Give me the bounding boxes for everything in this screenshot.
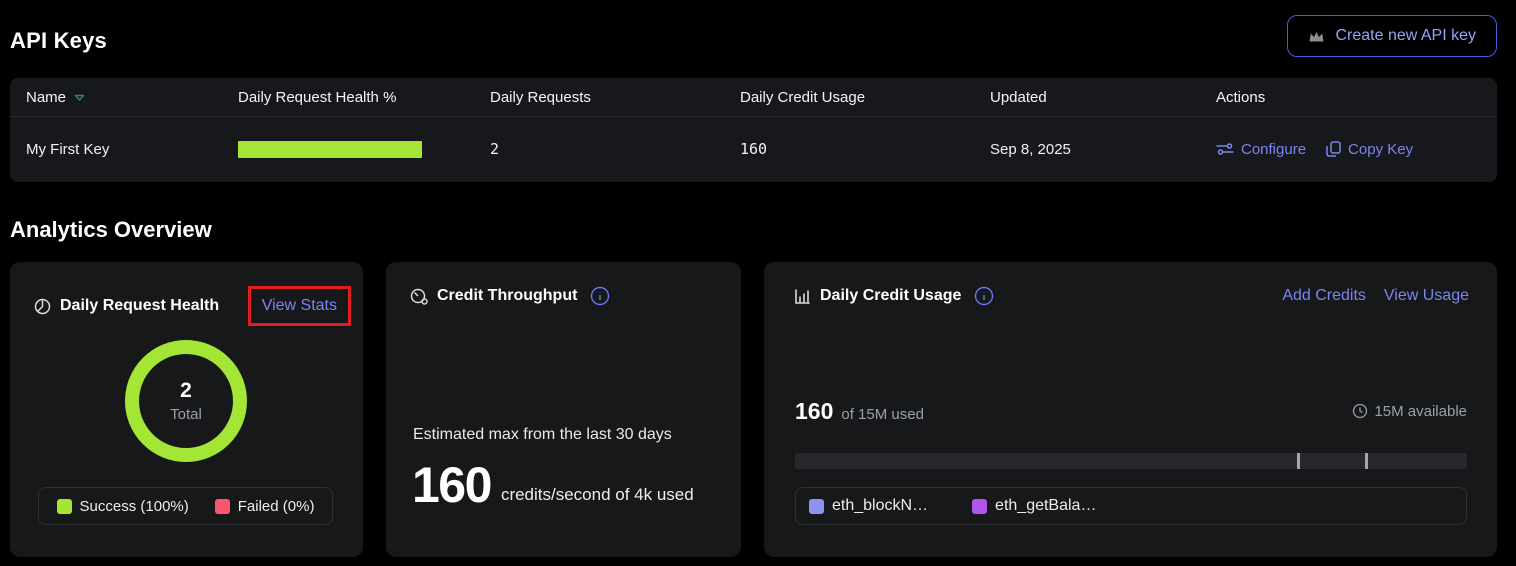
info-icon[interactable] <box>590 286 610 306</box>
health-legend: Success (100%) Failed (0%) <box>38 487 333 525</box>
credits-used-suffix: of 15M used <box>841 406 924 423</box>
updated-cell: Sep 8, 2025 <box>990 141 1216 158</box>
analytics-cards: Daily Request Health View Stats 2 Total … <box>10 262 1497 557</box>
usage-card-header: Daily Credit Usage Add Credits View Usag… <box>764 262 1497 306</box>
daily-credit-usage-cell: 160 <box>740 140 990 158</box>
table-header-row: Name Daily Request Health % Daily Reques… <box>10 78 1497 117</box>
column-header-requests: Daily Requests <box>490 89 740 106</box>
throughput-unit: credits/second of 4k used <box>501 485 694 510</box>
configure-label: Configure <box>1241 141 1306 158</box>
health-card-header: Daily Request Health View Stats <box>10 262 363 326</box>
credits-available: 15M available <box>1352 403 1467 420</box>
view-usage-link[interactable]: View Usage <box>1384 287 1469 305</box>
request-health-donut-chart: 2 Total <box>125 340 247 462</box>
copy-key-label: Copy Key <box>1348 141 1413 158</box>
legend-item-success: Success (100%) <box>57 498 189 515</box>
column-header-name[interactable]: Name <box>26 89 238 106</box>
legend-item-failed: Failed (0%) <box>215 498 315 515</box>
annotation-highlight-box: View Stats <box>248 286 351 326</box>
actions-cell: Configure Copy Key <box>1216 141 1497 158</box>
table-row: My First Key 2 160 Sep 8, 2025 Configure <box>10 117 1497 181</box>
donut-total-label: Total <box>170 406 202 423</box>
gauge-icon <box>410 288 428 305</box>
clock-icon <box>1352 403 1368 419</box>
throughput-value: 160 <box>412 460 491 510</box>
add-credits-link[interactable]: Add Credits <box>1282 287 1366 305</box>
bar-chart-icon <box>794 288 811 305</box>
analytics-overview-title: Analytics Overview <box>10 217 212 243</box>
configure-link[interactable]: Configure <box>1216 141 1306 158</box>
info-icon[interactable] <box>974 286 994 306</box>
eth-getbalance-swatch <box>972 499 987 514</box>
column-header-credit-usage: Daily Credit Usage <box>740 89 990 106</box>
donut-total-value: 2 <box>180 379 192 403</box>
key-name-cell: My First Key <box>26 141 238 158</box>
throughput-subtitle: Estimated max from the last 30 days <box>413 426 672 444</box>
crown-icon <box>1308 29 1325 44</box>
success-label: Success (100%) <box>80 498 189 515</box>
copy-key-link[interactable]: Copy Key <box>1326 141 1413 158</box>
column-header-updated: Updated <box>990 89 1216 106</box>
eth-blocknumber-label: eth_blockN… <box>832 497 928 515</box>
legend-item-eth-getbalance: eth_getBala… <box>972 497 1096 515</box>
daily-requests-cell: 2 <box>490 140 740 158</box>
sliders-icon <box>1216 142 1234 156</box>
view-stats-link[interactable]: View Stats <box>262 297 337 314</box>
health-card-title: Daily Request Health <box>60 297 219 315</box>
page-title: API Keys <box>10 28 107 54</box>
health-bar <box>238 141 422 158</box>
usage-marker <box>1297 453 1300 469</box>
daily-credit-usage-card: Daily Credit Usage Add Credits View Usag… <box>764 262 1497 557</box>
create-api-key-button[interactable]: Create new API key <box>1287 15 1497 57</box>
credit-throughput-card: Credit Throughput Estimated max from the… <box>386 262 741 557</box>
copy-icon <box>1326 141 1341 157</box>
column-header-health: Daily Request Health % <box>238 89 490 106</box>
credit-usage-progress-bar <box>795 453 1467 469</box>
api-keys-dashboard: API Keys Create new API key Name Daily R… <box>0 0 1516 566</box>
throughput-value-row: 160 credits/second of 4k used <box>412 460 694 510</box>
usage-card-links: Add Credits View Usage <box>1282 287 1469 305</box>
failed-swatch <box>215 499 230 514</box>
credits-available-label: 15M available <box>1374 403 1467 420</box>
success-swatch <box>57 499 72 514</box>
sort-chevron-down-icon <box>74 94 85 102</box>
health-bar-cell <box>238 141 490 158</box>
usage-card-title: Daily Credit Usage <box>820 287 961 305</box>
legend-item-eth-blocknumber: eth_blockN… <box>809 497 928 515</box>
create-api-key-label: Create new API key <box>1335 27 1476 45</box>
usage-legend: eth_blockN… eth_getBala… <box>795 487 1467 525</box>
column-header-actions: Actions <box>1216 89 1497 106</box>
column-header-name-label: Name <box>26 89 66 106</box>
failed-label: Failed (0%) <box>238 498 315 515</box>
usage-stats-row: 160 of 15M used 15M available <box>795 398 1467 425</box>
pie-chart-icon <box>34 298 51 315</box>
eth-blocknumber-swatch <box>809 499 824 514</box>
throughput-card-title: Credit Throughput <box>437 287 577 305</box>
api-keys-table: Name Daily Request Health % Daily Reques… <box>10 78 1497 182</box>
daily-request-health-card: Daily Request Health View Stats 2 Total … <box>10 262 363 557</box>
usage-marker <box>1365 453 1368 469</box>
credits-used-value: 160 <box>795 398 833 425</box>
throughput-card-header: Credit Throughput <box>386 262 741 306</box>
eth-getbalance-label: eth_getBala… <box>995 497 1096 515</box>
